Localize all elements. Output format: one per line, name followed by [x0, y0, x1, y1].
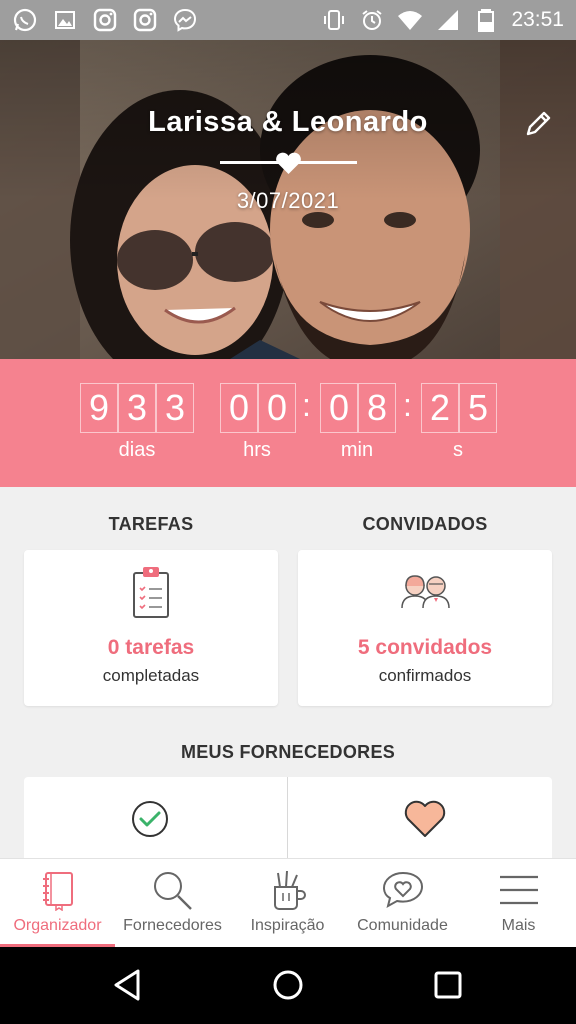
checkmark-circle-icon	[132, 801, 168, 837]
suppliers-favorites-tile[interactable]	[288, 777, 552, 867]
instagram-icon	[92, 7, 118, 33]
countdown-digit: 9	[80, 383, 118, 433]
nav-label: Organizador	[13, 917, 102, 934]
suppliers-hired-tile[interactable]	[24, 777, 287, 867]
nav-label: Inspiração	[250, 917, 325, 934]
clipboard-icon	[133, 567, 169, 618]
chat-heart-icon	[382, 871, 423, 908]
heart-icon	[404, 800, 446, 837]
suppliers-card	[24, 777, 552, 867]
nav-label: Comunidade	[357, 917, 448, 934]
battery-icon	[473, 7, 499, 33]
home-icon[interactable]	[268, 965, 308, 1005]
whatsapp-icon	[12, 7, 38, 33]
countdown-digit: 3	[118, 383, 156, 433]
countdown-digit: 0	[220, 383, 258, 433]
bottom-navigation: Organizador Fornecedores Inspiração Comu…	[0, 858, 576, 948]
couple-hero: Larissa & Leonardo 3/07/2021	[0, 40, 576, 359]
guests-count: 5 convidados	[357, 636, 493, 659]
guests-subtitle: confirmados	[378, 666, 472, 685]
countdown-unit-seconds: s	[453, 439, 463, 461]
tasks-count: 0 tarefas	[107, 636, 195, 659]
edit-icon[interactable]	[522, 108, 554, 140]
countdown-digit: 8	[358, 383, 396, 433]
guests-card[interactable]: 5 convidados confirmados	[298, 550, 552, 706]
heart-divider	[220, 152, 357, 174]
nav-item-fornecedores[interactable]: Fornecedores	[115, 859, 230, 948]
couple-names: Larissa & Leonardo	[148, 106, 428, 138]
countdown-digit: 5	[459, 383, 497, 433]
alarm-icon	[359, 7, 385, 33]
wedding-date: 3/07/2021	[236, 188, 340, 213]
countdown-digit: 3	[156, 383, 194, 433]
guests-icon	[401, 575, 450, 609]
countdown-digit: 0	[258, 383, 296, 433]
wedding-countdown: 9 3 3 0 0 : 0 8 : 2 5 dias hrs min s	[0, 359, 576, 487]
messenger-icon	[172, 7, 198, 33]
menu-icon	[499, 875, 538, 905]
tasks-title: TAREFAS	[108, 514, 194, 534]
back-icon[interactable]	[108, 965, 148, 1005]
notebook-icon	[42, 872, 73, 911]
recent-apps-icon[interactable]	[428, 965, 468, 1005]
nav-item-inspiracao[interactable]: Inspiração	[230, 859, 345, 948]
status-time: 23:51	[511, 8, 564, 31]
system-navigation-bar	[0, 947, 576, 1024]
search-icon	[153, 872, 192, 910]
vibrate-icon	[321, 7, 347, 33]
brushes-icon	[273, 870, 306, 910]
suppliers-title: MEUS FORNECEDORES	[180, 742, 396, 762]
tasks-subtitle: completadas	[102, 666, 200, 685]
guests-title: CONVIDADOS	[362, 514, 488, 534]
instagram-icon	[132, 7, 158, 33]
nav-item-mais[interactable]: Mais	[461, 859, 576, 948]
countdown-separator: :	[302, 387, 311, 423]
countdown-digit: 2	[421, 383, 459, 433]
tasks-card[interactable]: 0 tarefas completadas	[24, 550, 278, 706]
status-bar: 23:51	[0, 0, 576, 40]
nav-label: Fornecedores	[123, 917, 222, 934]
nav-label: Mais	[501, 917, 536, 934]
gallery-icon	[52, 7, 78, 33]
countdown-digit: 0	[320, 383, 358, 433]
wifi-icon	[397, 7, 423, 33]
nav-item-comunidade[interactable]: Comunidade	[345, 859, 460, 948]
countdown-unit-days: dias	[118, 439, 156, 461]
signal-icon	[435, 7, 461, 33]
countdown-separator: :	[403, 387, 412, 423]
nav-item-organizador[interactable]: Organizador	[0, 859, 115, 948]
